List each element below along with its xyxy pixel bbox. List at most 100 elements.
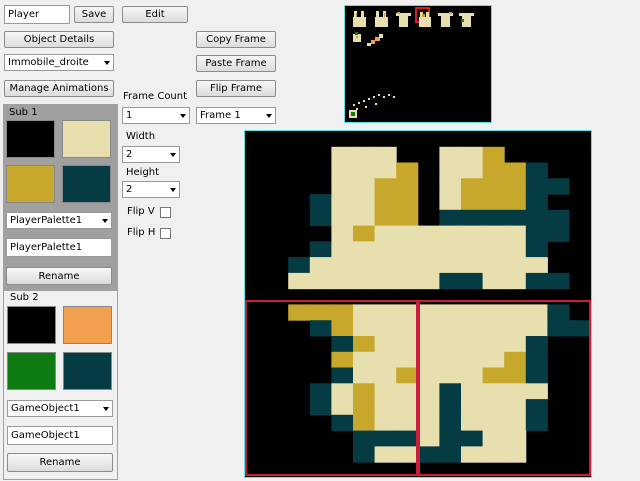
pixel-cell[interactable] xyxy=(396,367,419,384)
pixel-cell[interactable] xyxy=(309,241,332,258)
width-select[interactable]: 2 xyxy=(122,146,180,163)
pixel-cell[interactable] xyxy=(482,178,505,195)
pixel-cell[interactable] xyxy=(482,367,505,384)
pixel-cell[interactable] xyxy=(547,320,570,337)
pixel-cell[interactable] xyxy=(309,272,332,290)
pixel-cell[interactable] xyxy=(504,414,527,432)
pixel-cell[interactable] xyxy=(374,430,397,447)
pixel-cell[interactable] xyxy=(396,336,419,353)
pixel-cell[interactable] xyxy=(288,272,311,290)
pixel-cell[interactable] xyxy=(396,383,419,400)
pixel-cell[interactable] xyxy=(461,399,484,416)
pixel-cell[interactable] xyxy=(353,146,376,164)
pixel-cell[interactable] xyxy=(417,351,440,369)
pixel-cell[interactable] xyxy=(417,304,440,321)
pixel-cell[interactable] xyxy=(504,162,527,179)
sub1-color-2[interactable] xyxy=(6,165,55,203)
pixel-cell[interactable] xyxy=(504,430,527,447)
pixel-cell[interactable] xyxy=(417,320,440,337)
pixel-cell[interactable] xyxy=(396,209,419,227)
pixel-cell[interactable] xyxy=(461,304,484,321)
pixel-cell[interactable] xyxy=(547,304,570,321)
pixel-cell[interactable] xyxy=(353,430,376,447)
pixel-cell[interactable] xyxy=(504,336,527,353)
pixel-cell[interactable] xyxy=(353,320,376,337)
frame-pixel-editor[interactable] xyxy=(244,130,592,478)
pixel-cell[interactable] xyxy=(288,304,311,321)
sub1-color-3[interactable] xyxy=(62,165,111,203)
pixel-cell[interactable] xyxy=(417,367,440,384)
pixel-cell[interactable] xyxy=(417,272,440,290)
edit-button[interactable]: Edit xyxy=(122,6,188,23)
pixel-cell[interactable] xyxy=(309,399,332,416)
manage-animations-button[interactable]: Manage Animations xyxy=(4,80,114,97)
pixel-cell[interactable] xyxy=(461,257,484,274)
sub2-rename-button[interactable]: Rename xyxy=(7,453,113,472)
pixel-cell[interactable] xyxy=(374,178,397,195)
pixel-cell[interactable] xyxy=(504,225,527,242)
pixel-cell[interactable] xyxy=(288,257,311,274)
pixel-cell[interactable] xyxy=(331,162,354,179)
pixel-cell[interactable] xyxy=(461,320,484,337)
pixel-cell[interactable] xyxy=(331,304,354,321)
pixel-cell[interactable] xyxy=(525,225,548,242)
sub1-color-1[interactable] xyxy=(62,120,111,158)
pixel-cell[interactable] xyxy=(439,225,462,242)
pixel-cell[interactable] xyxy=(504,194,527,211)
pixel-cell[interactable] xyxy=(439,399,462,416)
frame-select[interactable]: Frame 1 xyxy=(196,107,276,124)
pixel-cell[interactable] xyxy=(353,399,376,416)
pixel-cell[interactable] xyxy=(374,414,397,432)
pixel-cell[interactable] xyxy=(504,272,527,290)
pixel-cell[interactable] xyxy=(331,336,354,353)
pixel-cell[interactable] xyxy=(461,272,484,290)
pixel-cell[interactable] xyxy=(439,146,462,164)
pixel-cell[interactable] xyxy=(461,351,484,369)
pixel-cell[interactable] xyxy=(374,194,397,211)
pixel-cell[interactable] xyxy=(374,241,397,258)
pixel-cell[interactable] xyxy=(374,304,397,321)
pixel-cell[interactable] xyxy=(331,367,354,384)
pixel-cell[interactable] xyxy=(439,320,462,337)
pixel-cell[interactable] xyxy=(353,446,376,463)
pixel-cell[interactable] xyxy=(461,146,484,164)
pixel-cell[interactable] xyxy=(504,446,527,463)
pixel-cell[interactable] xyxy=(482,383,505,400)
pixel-cell[interactable] xyxy=(331,225,354,242)
flip-v-checkbox[interactable] xyxy=(160,207,171,218)
flip-frame-button[interactable]: Flip Frame xyxy=(196,80,276,97)
pixel-cell[interactable] xyxy=(374,367,397,384)
pixel-cell[interactable] xyxy=(331,146,354,164)
pixel-cell[interactable] xyxy=(439,209,462,227)
copy-frame-button[interactable]: Copy Frame xyxy=(196,31,276,48)
pixel-cell[interactable] xyxy=(331,178,354,195)
pixel-cell[interactable] xyxy=(396,446,419,463)
pixel-cell[interactable] xyxy=(525,399,548,416)
pixel-cell[interactable] xyxy=(374,209,397,227)
pixel-cell[interactable] xyxy=(525,414,548,432)
pixel-cell[interactable] xyxy=(504,320,527,337)
pixel-cell[interactable] xyxy=(417,257,440,274)
pixel-cell[interactable] xyxy=(353,257,376,274)
sub1-name-field[interactable]: PlayerPalette1 xyxy=(6,238,112,257)
pixel-cell[interactable] xyxy=(374,272,397,290)
pixel-cell[interactable] xyxy=(525,320,548,337)
sub1-color-0[interactable] xyxy=(6,120,55,158)
pixel-cell[interactable] xyxy=(439,272,462,290)
pixel-cell[interactable] xyxy=(482,257,505,274)
sub2-color-2[interactable] xyxy=(7,352,56,390)
pixel-cell[interactable] xyxy=(547,272,570,290)
sub1-rename-button[interactable]: Rename xyxy=(6,267,112,285)
pixel-cell[interactable] xyxy=(374,320,397,337)
object-details-button[interactable]: Object Details xyxy=(4,31,114,48)
pixel-cell[interactable] xyxy=(504,257,527,274)
pixel-cell[interactable] xyxy=(482,430,505,447)
pixel-cell[interactable] xyxy=(482,414,505,432)
pixel-cell[interactable] xyxy=(525,272,548,290)
pixel-cell[interactable] xyxy=(417,383,440,400)
pixel-cell[interactable] xyxy=(482,399,505,416)
pixel-cell[interactable] xyxy=(417,336,440,353)
pixel-cell[interactable] xyxy=(482,146,505,164)
pixel-cell[interactable] xyxy=(417,241,440,258)
pixel-cell[interactable] xyxy=(309,304,332,321)
